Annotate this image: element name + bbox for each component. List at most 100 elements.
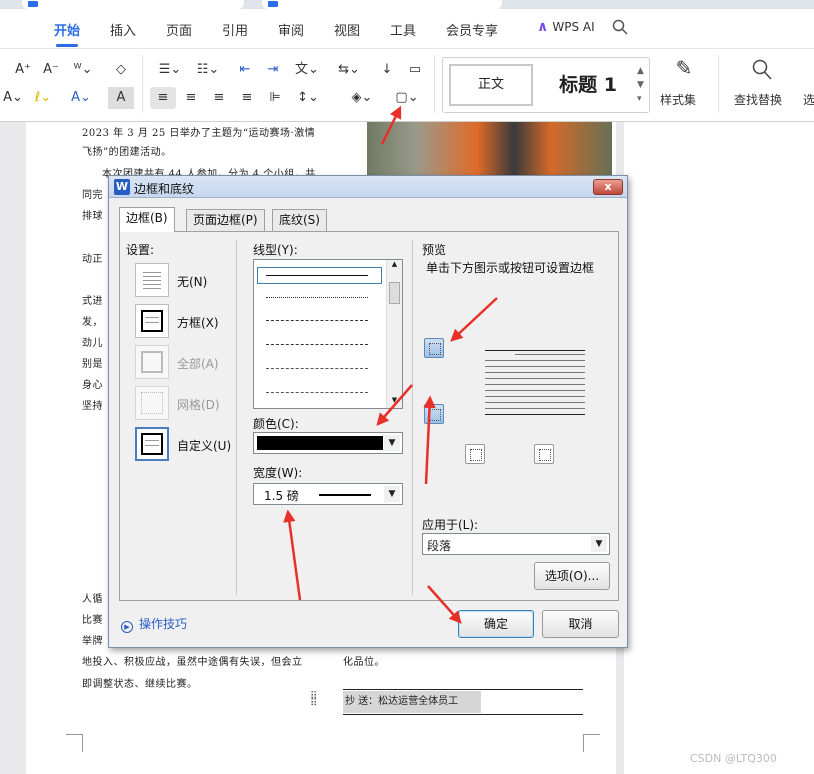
text-effect-icon[interactable]: A⌄: [0, 87, 26, 109]
borders-icon[interactable]: ▢⌄: [390, 87, 424, 109]
highlight-icon[interactable]: ℓ⌄: [30, 87, 56, 109]
tips-link[interactable]: ▶ 操作技巧: [121, 615, 187, 633]
document-tab[interactable]: [262, 0, 502, 9]
distributed-icon[interactable]: ⊫: [262, 87, 288, 109]
font-grow-icon[interactable]: A⁺: [10, 59, 36, 81]
doc-line: 即调整状态、继续比赛。: [82, 679, 198, 690]
tab-page-border[interactable]: 页面边框(P): [186, 209, 265, 231]
tab-borders[interactable]: 边框(B): [119, 207, 175, 232]
line-style-dotted[interactable]: [266, 297, 368, 298]
justify-icon[interactable]: ≡: [234, 87, 260, 109]
team-photo[interactable]: [367, 122, 612, 176]
left-border-button[interactable]: [465, 444, 485, 464]
line-style-scrollbar[interactable]: ▲ ▼: [386, 260, 402, 408]
apply-to-value: 段落: [427, 539, 452, 553]
document-tab[interactable]: [22, 0, 244, 9]
doc-line: 排球: [82, 211, 103, 222]
tab-review[interactable]: 审阅: [278, 20, 304, 39]
setting-none-icon[interactable]: [135, 263, 169, 297]
search-icon[interactable]: [612, 19, 628, 35]
show-marks-icon[interactable]: ▭: [402, 59, 428, 81]
color-swatch: [257, 436, 383, 450]
cc-paragraph[interactable]: 抄 送：松达运营全体员工: [343, 691, 481, 713]
char-shading-icon[interactable]: A: [108, 87, 134, 109]
font-color-icon[interactable]: A⌄: [68, 87, 94, 109]
font-shrink-icon[interactable]: A⁻: [38, 59, 64, 81]
numbered-list-icon[interactable]: ☷⌄: [192, 59, 224, 81]
apply-to-label: 应用于(L):: [422, 518, 479, 532]
tab-shading[interactable]: 底纹(S): [272, 209, 327, 231]
preview-label: 预览: [422, 243, 447, 257]
line-style-dash-dot[interactable]: [266, 368, 368, 369]
setting-none-label[interactable]: 无(N): [177, 273, 207, 290]
tab-page[interactable]: 页面: [166, 20, 192, 39]
right-border-button[interactable]: [534, 444, 554, 464]
scroll-down-icon[interactable]: ▼: [387, 396, 402, 408]
style-set-label[interactable]: 样式集: [660, 91, 696, 108]
group-divider: [236, 240, 237, 595]
clear-format-icon[interactable]: ◇: [108, 59, 134, 81]
tab-insert[interactable]: 插入: [110, 20, 136, 39]
align-right-icon[interactable]: ≡: [206, 87, 232, 109]
tab-view[interactable]: 视图: [334, 20, 360, 39]
doc-line: 劲儿: [82, 338, 103, 349]
options-button[interactable]: 选项(O)...: [534, 562, 610, 590]
line-style-dashed[interactable]: [266, 320, 368, 321]
dropdown-arrow-icon[interactable]: ▼: [384, 486, 400, 502]
find-icon[interactable]: [752, 59, 772, 81]
cancel-button[interactable]: 取消: [542, 610, 619, 638]
text-direction-icon[interactable]: ⇆⌄: [334, 59, 364, 81]
line-style-dash-dot-dot[interactable]: [266, 392, 368, 393]
dropdown-arrow-icon[interactable]: ▼: [384, 435, 400, 451]
borders-panel: 设置: 无(N) 方框(X) 全部(A) 网格(D) 自定义(U) 线型(Y):: [119, 231, 619, 601]
doc-line: 化品位。: [343, 657, 385, 668]
select-label[interactable]: 选: [803, 91, 814, 108]
scroll-thumb[interactable]: [389, 282, 400, 304]
wps-writer-icon: W: [114, 179, 130, 195]
setting-custom-label[interactable]: 自定义(U): [177, 437, 231, 454]
decrease-indent-icon[interactable]: ⇤: [232, 59, 258, 81]
line-style-solid[interactable]: [266, 275, 368, 276]
width-select[interactable]: 1.5 磅 ▼: [253, 483, 403, 505]
dialog-titlebar[interactable]: W 边框和底纹 x: [109, 176, 627, 198]
wps-ai-button[interactable]: ∧ WPS AI: [537, 19, 595, 35]
phonetic-guide-icon[interactable]: ᵂ⌄: [68, 59, 98, 81]
apply-to-select[interactable]: 段落 ▼: [422, 533, 610, 555]
sort-icon[interactable]: ↓: [374, 59, 400, 81]
setting-all-label: 全部(A): [177, 357, 219, 371]
bullet-list-icon[interactable]: ☰⌄: [154, 59, 186, 81]
increase-indent-icon[interactable]: ⇥: [260, 59, 286, 81]
ok-button[interactable]: 确定: [458, 610, 534, 638]
setting-custom-icon[interactable]: [135, 427, 169, 461]
line-spacing-icon[interactable]: ↕⌄: [292, 87, 324, 109]
tab-membership[interactable]: 会员专享: [446, 20, 498, 39]
border-preview[interactable]: [475, 350, 587, 420]
top-border-button[interactable]: [424, 338, 444, 358]
drag-handle-icon[interactable]: ⠿ ⠿: [310, 692, 318, 709]
width-label: 宽度(W):: [253, 466, 303, 480]
style-set-icon[interactable]: ✎: [670, 57, 698, 85]
border-line: [343, 689, 583, 690]
line-style-list[interactable]: ▲ ▼: [253, 259, 403, 409]
setting-box-icon[interactable]: [135, 304, 169, 338]
tab-tools[interactable]: 工具: [390, 20, 416, 39]
bottom-border-button[interactable]: [424, 404, 444, 424]
close-button[interactable]: x: [593, 179, 623, 195]
borders-shading-dialog: W 边框和底纹 x 边框(B) 页面边框(P) 底纹(S) 设置: 无(N) 方…: [108, 175, 628, 648]
tab-references[interactable]: 引用: [222, 20, 248, 39]
align-center-icon[interactable]: ≡: [178, 87, 204, 109]
preview-hint: 单击下方图示或按钮可设置边框: [426, 261, 595, 275]
style-heading-1[interactable]: 标题 1: [543, 64, 633, 106]
tab-home[interactable]: 开始: [54, 20, 80, 47]
setting-box-label[interactable]: 方框(X): [177, 314, 219, 331]
dropdown-arrow-icon[interactable]: ▼: [591, 536, 607, 552]
color-select[interactable]: ▼: [253, 432, 403, 454]
scroll-up-icon[interactable]: ▲: [387, 260, 402, 272]
find-replace-label[interactable]: 查找替换: [734, 91, 782, 108]
style-scroll-icon[interactable]: ▲ ▼ ▾: [637, 64, 647, 106]
shading-icon[interactable]: ◈⌄: [346, 87, 378, 109]
align-left-icon[interactable]: ≡: [150, 87, 176, 109]
chinese-layout-icon[interactable]: 文⌄: [290, 59, 324, 81]
style-normal[interactable]: 正文: [449, 64, 533, 106]
line-style-long-dash[interactable]: [266, 344, 368, 345]
